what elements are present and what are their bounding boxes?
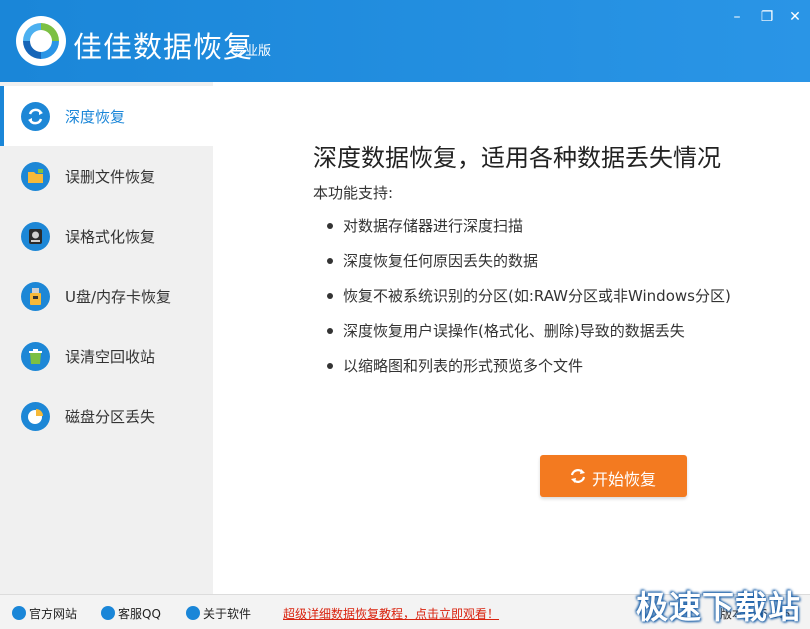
refresh-icon bbox=[21, 102, 50, 131]
sidebar-item-label: 误格式化恢复 bbox=[65, 228, 156, 246]
qq-icon bbox=[101, 606, 115, 620]
folder-icon bbox=[21, 162, 50, 191]
sidebar-item-label: 深度恢复 bbox=[65, 108, 126, 126]
page-title: 深度数据恢复，适用各种数据丢失情况 bbox=[313, 144, 721, 172]
main-panel: 深度数据恢复，适用各种数据丢失情况 本功能支持: 对数据存储器进行深度扫描 深度… bbox=[213, 82, 810, 594]
app-logo-icon bbox=[16, 16, 66, 66]
sidebar-item-deleted-files[interactable]: 误删文件恢复 bbox=[0, 146, 213, 206]
app-title: 佳佳数据恢复 bbox=[73, 30, 254, 64]
close-button[interactable]: ✕ bbox=[785, 8, 805, 26]
pie-chart-icon bbox=[21, 402, 50, 431]
sidebar-item-usb-card[interactable]: U盘/内存卡恢复 bbox=[0, 266, 213, 326]
official-site-link[interactable]: 官方网站 bbox=[12, 605, 77, 622]
app-edition: 专业版 bbox=[232, 44, 272, 59]
sidebar: 深度恢复 误删文件恢复 误格式化恢复 U盘/内存卡恢复 误清空回收站 磁盘分区丢… bbox=[0, 82, 213, 594]
recycle-bin-icon bbox=[21, 342, 50, 371]
list-item: 对数据存储器进行深度扫描 bbox=[327, 215, 731, 250]
list-item: 以缩略图和列表的形式预览多个文件 bbox=[327, 355, 731, 390]
home-icon bbox=[12, 606, 26, 620]
watermark: 极速下载站 bbox=[636, 588, 802, 626]
sidebar-item-format-recovery[interactable]: 误格式化恢复 bbox=[0, 206, 213, 266]
sidebar-item-label: U盘/内存卡恢复 bbox=[65, 288, 172, 306]
sidebar-item-label: 误清空回收站 bbox=[65, 348, 156, 366]
list-item: 深度恢复用户误操作(格式化、删除)导致的数据丢失 bbox=[327, 320, 731, 355]
sidebar-item-deep-recovery[interactable]: 深度恢复 bbox=[0, 86, 213, 146]
about-link[interactable]: 关于软件 bbox=[186, 605, 251, 622]
info-icon bbox=[186, 606, 200, 620]
sidebar-item-label: 误删文件恢复 bbox=[65, 168, 156, 186]
disk-icon bbox=[21, 222, 50, 251]
usb-icon bbox=[21, 282, 50, 311]
official-site-label: 官方网站 bbox=[29, 607, 78, 621]
tutorial-promo-link[interactable]: 超级详细数据恢复教程，点击立即观看！ bbox=[283, 605, 499, 622]
feature-list: 对数据存储器进行深度扫描 深度恢复任何原因丢失的数据 恢复不被系统识别的分区(如… bbox=[327, 215, 731, 390]
support-qq-label: 客服QQ bbox=[118, 607, 161, 621]
start-recovery-label: 开始恢复 bbox=[592, 470, 657, 489]
start-recovery-button[interactable]: 开始恢复 bbox=[540, 455, 687, 497]
sidebar-item-label: 磁盘分区丢失 bbox=[65, 408, 156, 426]
minimize-button[interactable]: – bbox=[727, 8, 747, 26]
support-qq-link[interactable]: 客服QQ bbox=[101, 605, 161, 622]
about-label: 关于软件 bbox=[203, 607, 252, 621]
sidebar-item-partition-lost[interactable]: 磁盘分区丢失 bbox=[0, 386, 213, 446]
refresh-icon bbox=[570, 469, 586, 483]
maximize-button[interactable]: ❐ bbox=[757, 8, 777, 26]
list-item: 恢复不被系统识别的分区(如:RAW分区或非Windows分区) bbox=[327, 285, 731, 320]
list-item: 深度恢复任何原因丢失的数据 bbox=[327, 250, 731, 285]
sidebar-item-recycle-bin[interactable]: 误清空回收站 bbox=[0, 326, 213, 386]
title-bar: 佳佳数据恢复 专业版 – ❐ ✕ bbox=[0, 0, 810, 82]
feature-subtitle: 本功能支持: bbox=[313, 184, 394, 202]
